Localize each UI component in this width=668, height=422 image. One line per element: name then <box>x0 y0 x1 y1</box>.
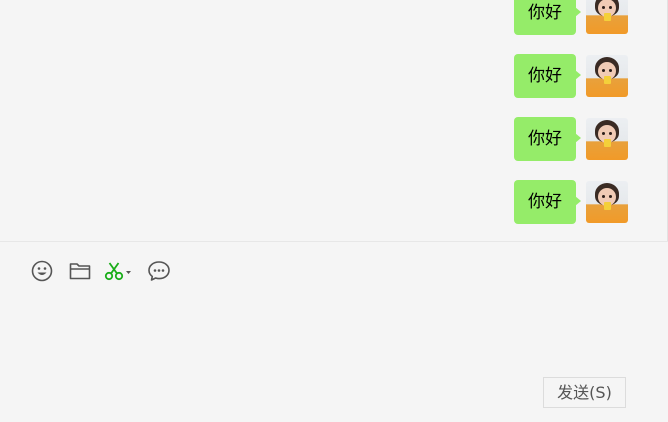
message-bubble[interactable]: 你好 <box>514 117 581 161</box>
message-bubble[interactable]: 你好 <box>514 54 581 98</box>
avatar[interactable] <box>586 118 628 160</box>
message-row: 你好 <box>514 54 628 98</box>
avatar[interactable] <box>586 181 628 223</box>
avatar[interactable] <box>586 55 628 97</box>
message-row: 你好 <box>514 0 628 35</box>
message-row: 你好 <box>514 117 628 161</box>
input-toolbar <box>30 258 171 284</box>
message-input[interactable] <box>20 292 648 368</box>
divider <box>0 241 668 242</box>
chat-bubble-icon[interactable] <box>147 258 171 284</box>
send-button[interactable]: 发送(S) <box>543 377 626 408</box>
chat-message-list: 你好 你好 你好 你好 <box>0 0 668 241</box>
scissors-icon[interactable] <box>104 258 134 284</box>
message-row: 你好 <box>514 180 628 224</box>
avatar[interactable] <box>586 0 628 34</box>
message-bubble[interactable]: 你好 <box>514 0 581 35</box>
emoji-icon[interactable] <box>30 258 54 284</box>
chevron-down-icon <box>126 271 131 274</box>
folder-icon[interactable] <box>68 258 92 284</box>
message-bubble[interactable]: 你好 <box>514 180 581 224</box>
